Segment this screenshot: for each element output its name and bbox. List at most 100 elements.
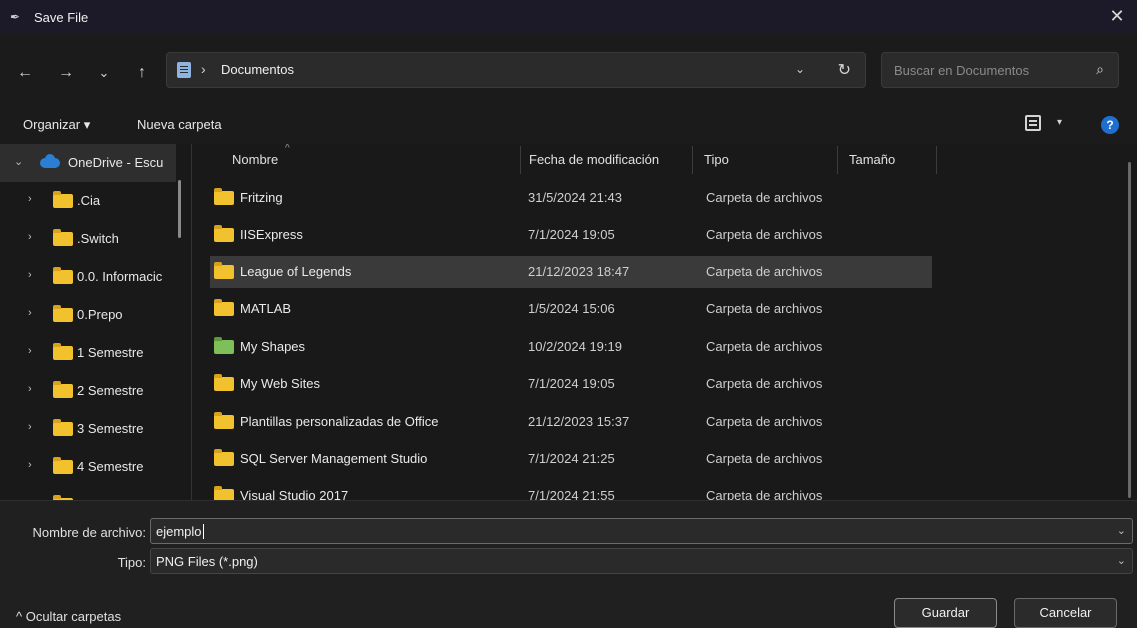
filename-field[interactable]: ejemplo ⌄: [150, 518, 1133, 544]
sidebar-item-label: 4 Semestre: [77, 459, 144, 474]
address-bar[interactable]: › Documentos ⌄ ↻: [166, 52, 866, 88]
sidebar-item-semestre-4[interactable]: › 4 Semestre: [0, 448, 176, 486]
file-name: Fritzing: [240, 190, 283, 205]
file-row-selected[interactable]: League of Legends 21/12/2023 18:47 Carpe…: [210, 256, 932, 288]
folder-icon: [214, 262, 234, 279]
file-type: Carpeta de archivos: [706, 451, 823, 466]
folder-icon: [53, 419, 73, 436]
view-details-icon[interactable]: [1025, 115, 1041, 131]
file-name: MATLAB: [240, 301, 292, 316]
column-header-size[interactable]: Tamaño: [849, 152, 895, 167]
sidebar-item-informacion[interactable]: › 0.0. Informacic: [0, 258, 176, 296]
sidebar-item-label: 0.0. Informacic: [77, 269, 163, 284]
window-title: Save File: [34, 9, 89, 25]
folder-icon: [53, 457, 73, 474]
up-arrow-icon[interactable]: ↑: [131, 62, 153, 84]
sidebar-item-label: .Switch: [77, 231, 119, 246]
collapsed-chevron-icon[interactable]: ›: [28, 383, 32, 395]
file-type: Carpeta de archivos: [706, 227, 823, 242]
breadcrumb-separator-icon[interactable]: ›: [201, 61, 206, 77]
folder-icon: [53, 343, 73, 360]
folder-icon: [53, 381, 73, 398]
file-row[interactable]: My Shapes 10/2/2024 19:19 Carpeta de arc…: [210, 331, 932, 363]
file-row[interactable]: Visual Studio 2017 7/1/2024 21:55 Carpet…: [210, 480, 932, 500]
search-icon[interactable]: ⌕: [1096, 61, 1104, 78]
collapsed-chevron-icon[interactable]: ›: [28, 459, 32, 471]
file-date: 1/5/2024 15:06: [528, 301, 615, 316]
file-row[interactable]: IISExpress 7/1/2024 19:05 Carpeta de arc…: [210, 219, 932, 251]
file-type: Carpeta de archivos: [706, 301, 823, 316]
filename-text: ejemplo: [156, 524, 202, 539]
sidebar-item-cia[interactable]: › .Cia: [0, 182, 176, 220]
forward-arrow-icon[interactable]: →: [55, 62, 77, 84]
save-button[interactable]: Guardar: [894, 598, 997, 628]
file-type: Carpeta de archivos: [706, 264, 823, 279]
file-name: League of Legends: [240, 264, 352, 279]
folder-icon: [214, 188, 234, 205]
navigation-pane: ⌄ OneDrive - Escu › .Cia › .Switch › 0.0…: [0, 144, 192, 500]
collapsed-chevron-icon[interactable]: ›: [28, 421, 32, 433]
sidebar-item-label: 3 Semestre: [77, 421, 144, 436]
recent-locations-chevron-icon[interactable]: ⌄: [93, 62, 115, 84]
refresh-icon[interactable]: ↻: [838, 60, 851, 80]
folder-icon: [53, 305, 73, 322]
sidebar-item-partial[interactable]: [0, 486, 176, 500]
collapsed-chevron-icon[interactable]: ›: [28, 231, 32, 243]
navigation-bar: ← → ⌄ ↑ › Documentos ⌄ ↻ Buscar en Docum…: [0, 34, 1137, 106]
new-folder-button[interactable]: Nueva carpeta: [137, 117, 222, 132]
folder-icon: [214, 299, 234, 316]
collapsed-chevron-icon[interactable]: ›: [28, 345, 32, 357]
file-type: Carpeta de archivos: [706, 339, 823, 354]
back-arrow-icon[interactable]: ←: [14, 62, 36, 84]
search-placeholder: Buscar en Documentos: [894, 63, 1030, 78]
organize-menu-button[interactable]: Organizar ▾: [23, 117, 90, 133]
view-dropdown-icon[interactable]: ▾: [1057, 117, 1062, 128]
sidebar-scrollbar[interactable]: [178, 180, 181, 238]
folder-icon: [53, 229, 73, 246]
file-row[interactable]: MATLAB 1/5/2024 15:06 Carpeta de archivo…: [210, 293, 932, 325]
column-divider[interactable]: [837, 146, 838, 174]
filename-value: ejemplo: [156, 524, 204, 539]
filetype-dropdown-icon[interactable]: ⌄: [1117, 554, 1126, 567]
hide-folders-button[interactable]: ^ Ocultar carpetas: [16, 609, 121, 624]
file-row[interactable]: My Web Sites 7/1/2024 19:05 Carpeta de a…: [210, 368, 932, 400]
address-dropdown-icon[interactable]: ⌄: [795, 62, 805, 76]
help-icon[interactable]: ?: [1101, 116, 1119, 134]
collapsed-chevron-icon[interactable]: ›: [28, 269, 32, 281]
file-name: My Web Sites: [240, 376, 320, 391]
column-divider[interactable]: [520, 146, 521, 174]
sidebar-item-prepo[interactable]: › 0.Prepo: [0, 296, 176, 334]
close-icon[interactable]: ✕: [1107, 6, 1127, 26]
text-caret: [202, 524, 204, 539]
file-row[interactable]: Fritzing 31/5/2024 21:43 Carpeta de arch…: [210, 182, 932, 214]
title-bar: ✒ Save File ✕: [0, 0, 1137, 34]
folder-icon: [53, 267, 73, 284]
sidebar-item-semestre-1[interactable]: › 1 Semestre: [0, 334, 176, 372]
column-header-modified[interactable]: Fecha de modificación: [529, 152, 659, 167]
filename-dropdown-icon[interactable]: ⌄: [1117, 524, 1126, 537]
sidebar-item-onedrive[interactable]: ⌄ OneDrive - Escu: [0, 144, 176, 182]
expanded-chevron-icon[interactable]: ⌄: [14, 155, 23, 168]
column-divider[interactable]: [692, 146, 693, 174]
sidebar-item-semestre-2[interactable]: › 2 Semestre: [0, 372, 176, 410]
collapsed-chevron-icon[interactable]: ›: [28, 307, 32, 319]
cancel-button[interactable]: Cancelar: [1014, 598, 1117, 628]
file-list-scrollbar[interactable]: [1128, 162, 1131, 498]
search-input[interactable]: Buscar en Documentos ⌕: [881, 52, 1119, 88]
file-row[interactable]: Plantillas personalizadas de Office 21/1…: [210, 406, 932, 438]
column-header-type[interactable]: Tipo: [704, 152, 729, 167]
file-date: 10/2/2024 19:19: [528, 339, 622, 354]
file-date: 31/5/2024 21:43: [528, 190, 622, 205]
sidebar-item-semestre-3[interactable]: › 3 Semestre: [0, 410, 176, 448]
file-row[interactable]: SQL Server Management Studio 7/1/2024 21…: [210, 443, 932, 475]
column-header-name[interactable]: Nombre: [232, 152, 278, 167]
filetype-select[interactable]: PNG Files (*.png) ⌄: [150, 548, 1133, 574]
documents-icon: [177, 62, 191, 78]
file-date: 21/12/2023 15:37: [528, 414, 630, 429]
column-divider[interactable]: [936, 146, 937, 174]
file-date: 7/1/2024 21:25: [528, 451, 615, 466]
collapsed-chevron-icon[interactable]: ›: [28, 193, 32, 205]
breadcrumb-documents[interactable]: Documentos: [221, 62, 294, 77]
file-name: Plantillas personalizadas de Office: [240, 414, 439, 429]
sidebar-item-switch[interactable]: › .Switch: [0, 220, 176, 258]
